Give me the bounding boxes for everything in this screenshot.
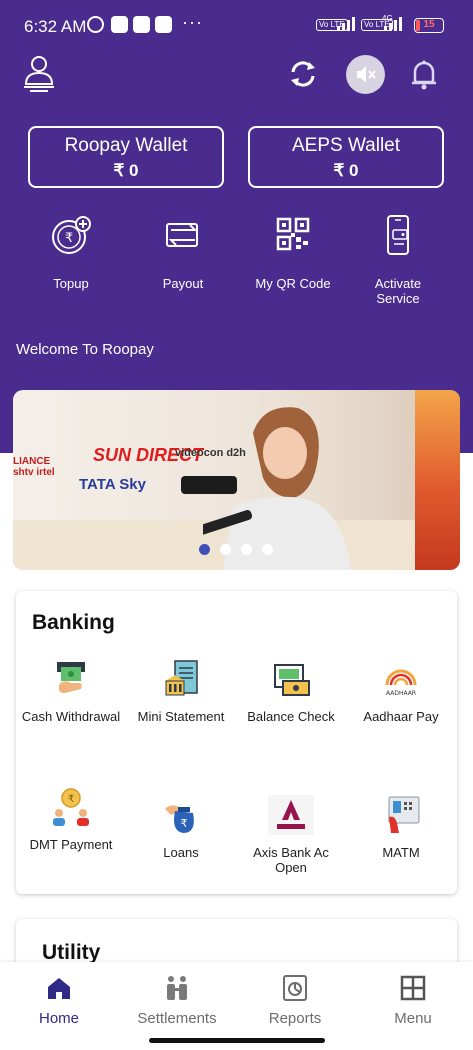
signal-icon-2 [384, 17, 402, 31]
tile-label: MATM [382, 845, 420, 860]
banner-left-brands: LIANCE shtv irtel [13, 456, 55, 478]
roopay-wallet-card[interactable]: Roopay Wallet ₹ 0 [28, 126, 224, 188]
topup-icon: ₹ [49, 214, 93, 258]
profile-icon[interactable] [22, 54, 56, 94]
tile-label: Mini Statement [137, 709, 225, 724]
banner-dot[interactable] [262, 544, 273, 555]
axis-bank-ac-open-button[interactable]: Axis Bank Ac Open [236, 795, 346, 875]
welcome-text: Welcome To Roopay [16, 341, 154, 358]
topup-label: Topup [53, 276, 89, 291]
banking-card: Banking Cash Withdrawal Mini Statement B… [16, 591, 457, 894]
svg-text:₹: ₹ [181, 817, 188, 830]
nav-menu[interactable]: Menu [358, 974, 468, 1027]
status-bar: 6:32 AM ··· Vo LTE Vo LTE 4G 15 [0, 0, 473, 52]
svg-text:AADHAAR: AADHAAR [386, 690, 416, 697]
more-notifications-icon: ··· [182, 12, 203, 32]
tile-label: DMT Payment [29, 837, 113, 852]
dmt-payment-button[interactable]: ₹ DMT Payment [16, 787, 126, 852]
activate-service-icon [376, 214, 420, 258]
balance-check-button[interactable]: Balance Check [236, 659, 346, 724]
banking-title: Banking [32, 611, 115, 634]
nav-home-label: Home [38, 1010, 79, 1027]
reports-icon [281, 974, 309, 1002]
banner-dot[interactable] [199, 544, 210, 555]
telegram-icon [133, 16, 150, 33]
promo-banner[interactable]: LIANCE shtv irtel SUN DIRECT TATA Sky vi… [13, 390, 460, 570]
status-time: 6:32 AM [24, 17, 87, 36]
chat-app-icon [111, 16, 128, 33]
phone-app-icon [155, 16, 172, 33]
wallet-balance: ₹ 0 [333, 161, 359, 180]
menu-grid-icon [399, 974, 427, 1002]
nav-home[interactable]: Home [4, 974, 114, 1027]
gesture-handle [149, 1038, 325, 1043]
wallet-title: Roopay Wallet [64, 135, 188, 156]
aeps-wallet-card[interactable]: AEPS Wallet ₹ 0 [248, 126, 444, 188]
battery-level: 15 [423, 19, 435, 30]
activate-service-button[interactable]: Activate Service [353, 214, 443, 306]
cash-withdrawal-icon [51, 659, 91, 699]
wallet-balance: ₹ 0 [113, 161, 139, 180]
matm-icon [381, 795, 421, 835]
nav-settlements[interactable]: Settlements [122, 974, 232, 1027]
loans-icon: ₹ [161, 795, 201, 835]
payout-button[interactable]: Payout [138, 214, 228, 291]
alarm-icon [87, 16, 104, 33]
wallet-title: AEPS Wallet [291, 135, 401, 156]
signal-icon-1 [337, 17, 355, 31]
cash-withdrawal-button[interactable]: Cash Withdrawal [16, 659, 126, 724]
nav-menu-label: Menu [394, 1010, 432, 1027]
activate-service-label: Activate Service [374, 276, 422, 306]
bell-icon[interactable] [409, 58, 439, 90]
tile-label: Cash Withdrawal [21, 709, 121, 724]
banner-next-slide [415, 390, 460, 570]
svg-text:₹: ₹ [65, 231, 73, 246]
battery-icon: 15 [414, 18, 444, 33]
nav-settlements-label: Settlements [137, 1010, 217, 1027]
aadhaar-pay-button[interactable]: AADHAAR Aadhaar Pay [346, 659, 456, 724]
settlements-icon [163, 974, 191, 1002]
banner-pagination[interactable] [199, 544, 273, 555]
refresh-icon[interactable] [287, 58, 319, 90]
banner-set-top-box-image [181, 476, 237, 494]
tile-label: Axis Bank Ac Open [253, 845, 329, 875]
aadhaar-icon: AADHAAR [381, 659, 421, 699]
qr-code-icon [271, 214, 315, 258]
balance-check-icon [271, 659, 311, 699]
home-icon [45, 974, 73, 1002]
tile-label: Balance Check [247, 709, 335, 724]
banner-brand-tata-sky: TATA Sky [79, 476, 146, 493]
payout-icon [161, 214, 205, 258]
tile-label: Aadhaar Pay [363, 709, 439, 724]
nav-reports-label: Reports [268, 1010, 322, 1027]
my-qr-code-button[interactable]: My QR Code [248, 214, 338, 291]
axis-bank-logo-icon [268, 795, 314, 835]
mini-statement-icon [161, 659, 201, 699]
mute-icon[interactable] [346, 55, 385, 94]
nav-reports[interactable]: Reports [240, 974, 350, 1027]
bottom-navigation: Home Settlements Reports Menu [0, 962, 473, 1050]
dmt-payment-icon: ₹ [51, 787, 91, 827]
svg-text:₹: ₹ [68, 794, 74, 805]
matm-button[interactable]: MATM [346, 795, 456, 860]
banner-dot[interactable] [241, 544, 252, 555]
loans-button[interactable]: ₹ Loans [126, 795, 236, 860]
my-qr-code-label: My QR Code [255, 276, 331, 291]
banner-dot[interactable] [220, 544, 231, 555]
tile-label: Loans [163, 845, 199, 860]
mini-statement-button[interactable]: Mini Statement [126, 659, 236, 724]
topup-button[interactable]: ₹ Topup [26, 214, 116, 291]
payout-label: Payout [162, 276, 204, 291]
